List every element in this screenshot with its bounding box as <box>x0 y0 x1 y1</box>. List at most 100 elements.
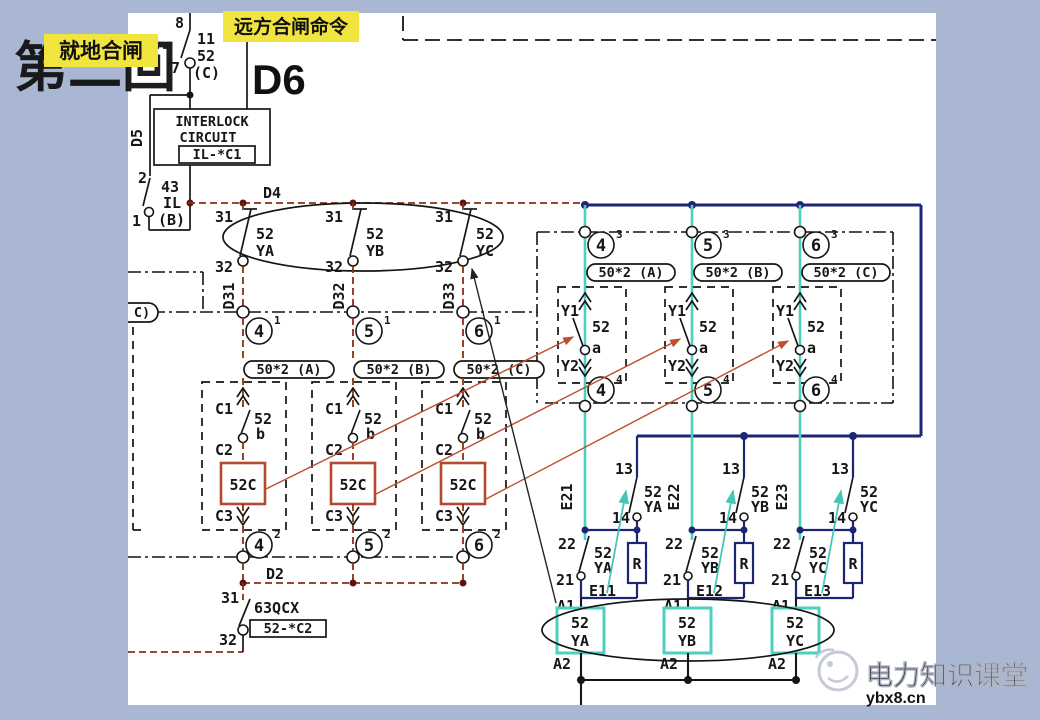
closing-coil-52y: 52 <box>571 614 589 632</box>
relay-52y-phase: YB <box>366 242 384 260</box>
node-number: 4 <box>254 322 264 342</box>
node-number: 6 <box>474 322 484 342</box>
terminal-1: 1 <box>132 212 141 230</box>
terminal-31: 31 <box>435 208 453 226</box>
closing-coil-52c: 52C <box>229 476 256 494</box>
node-sup: 3 <box>616 228 623 241</box>
resistor-label: R <box>632 555 642 573</box>
node-number: 5 <box>364 322 374 342</box>
d32-wire-label: D32 <box>330 282 348 309</box>
terminal-21: 21 <box>663 571 681 589</box>
node-number: 5 <box>703 236 713 256</box>
local-close-text: 就地合闸 <box>59 39 143 63</box>
contact-52-phase: YA <box>644 498 662 516</box>
node-number: 6 <box>811 236 821 256</box>
node-sup: 1 <box>274 314 281 327</box>
terminal-21: 21 <box>556 571 574 589</box>
terminal-32: 32 <box>219 631 237 649</box>
interlock-line2: CIRCUIT <box>180 130 237 146</box>
terminal-31: 31 <box>215 208 233 226</box>
terminal-13: 13 <box>831 460 849 478</box>
terminal-7: 7 <box>171 59 180 77</box>
relay-52c-number: 52 <box>197 47 215 65</box>
terminal-c1: C1 <box>325 400 343 418</box>
terminal-2: 2 <box>138 169 147 187</box>
terminal-13: 13 <box>722 460 740 478</box>
terminal-y1: Y1 <box>668 302 686 320</box>
terminal-c2: C2 <box>325 441 343 459</box>
terminal-y2: Y2 <box>668 357 686 375</box>
terminal-31: 31 <box>325 208 343 226</box>
aux-52b-letter: b <box>256 425 265 443</box>
node-sup: 1 <box>494 314 501 327</box>
terminal-21: 21 <box>771 571 789 589</box>
d31-wire-label: D31 <box>220 282 238 309</box>
node-sup: 3 <box>831 228 838 241</box>
terminal-c3: C3 <box>435 507 453 525</box>
aux-52a-number: 52 <box>807 318 825 336</box>
remote-close-label: 远方合闸命令 <box>223 11 359 42</box>
resistor-label: R <box>739 555 749 573</box>
resistor-label: R <box>848 555 858 573</box>
relay-52y-number: 52 <box>476 225 494 243</box>
relay-63qcx-label: 63QCX <box>254 599 299 617</box>
terminal-c3: C3 <box>325 507 343 525</box>
closing-coil-52y: 52 <box>678 614 696 632</box>
terminal-13: 13 <box>615 460 633 478</box>
node-sup: 4 <box>616 373 623 386</box>
terminal-c3: C3 <box>215 507 233 525</box>
terminal-31: 31 <box>221 589 239 607</box>
node-sup: 4 <box>831 373 838 386</box>
node-sup: 3 <box>723 228 730 241</box>
e23-wire-label: E23 <box>773 483 791 510</box>
d6-zone-label: D6 <box>252 56 306 103</box>
remote-close-text: 远方合闸命令 <box>234 15 349 38</box>
brand-url-text: ybx8.cn <box>866 690 926 707</box>
d33-wire-label: D33 <box>440 282 458 309</box>
terminal-c1: C1 <box>435 400 453 418</box>
schematic-slide: 第二回 C) 8 7 11 52 (C) D6 INTERLOCK CIRCUI… <box>0 0 1040 720</box>
aux-52a-letter: a <box>807 339 816 357</box>
aux-52a-letter: a <box>592 339 601 357</box>
closing-coil-phase: YB <box>678 632 696 650</box>
relay-50-2-label: 50*2 (B) <box>366 362 431 378</box>
closing-coil-phase: YA <box>571 632 589 650</box>
relay-50-2-label: 50*2 (A) <box>598 265 663 281</box>
terminal-y1: Y1 <box>776 302 794 320</box>
terminal-a2: A2 <box>768 655 786 673</box>
contact-52-phase: YA <box>594 559 612 577</box>
aux-52a-number: 52 <box>592 318 610 336</box>
terminal-22: 22 <box>558 535 576 553</box>
terminal-a2: A2 <box>553 655 571 673</box>
terminal-32: 32 <box>435 258 453 276</box>
relay-52y-number: 52 <box>366 225 384 243</box>
circuit-diagram-svg: 第二回 C) 8 7 11 52 (C) D6 INTERLOCK CIRCUI… <box>0 0 1040 720</box>
terminal-11: 11 <box>197 30 215 48</box>
node-sup: 2 <box>384 528 391 541</box>
d4-wire-label: D4 <box>263 184 281 202</box>
contact-52-phase: YB <box>751 498 769 516</box>
contact-52-phase: YC <box>860 498 878 516</box>
closing-coil-52c: 52C <box>339 476 366 494</box>
terminal-a2: A2 <box>660 655 678 673</box>
relay-52y-number: 52 <box>256 225 274 243</box>
relay-43-b: (B) <box>158 211 185 229</box>
local-close-label: 就地合闸 <box>44 34 158 67</box>
cutoff-relay-label: C) <box>134 305 150 321</box>
relay-52y-phase: YA <box>256 242 274 260</box>
terminal-32: 32 <box>215 258 233 276</box>
relay-43-il: IL <box>163 194 181 212</box>
brand-name-text: 电力知识课堂 <box>866 661 1028 691</box>
terminal-y2: Y2 <box>776 357 794 375</box>
terminal-y1: Y1 <box>561 302 579 320</box>
terminal-32: 32 <box>325 258 343 276</box>
terminal-8: 8 <box>175 14 184 32</box>
node-sup: 2 <box>494 528 501 541</box>
terminal-c1: C1 <box>215 400 233 418</box>
relay-63qcx-id: 52-*C2 <box>264 621 313 637</box>
interlock-line1: INTERLOCK <box>175 114 249 130</box>
e22-wire-label: E22 <box>665 483 683 510</box>
contact-52-phase: YB <box>701 559 719 577</box>
e21-wire-label: E21 <box>558 483 576 510</box>
contact-52-phase: YC <box>809 559 827 577</box>
